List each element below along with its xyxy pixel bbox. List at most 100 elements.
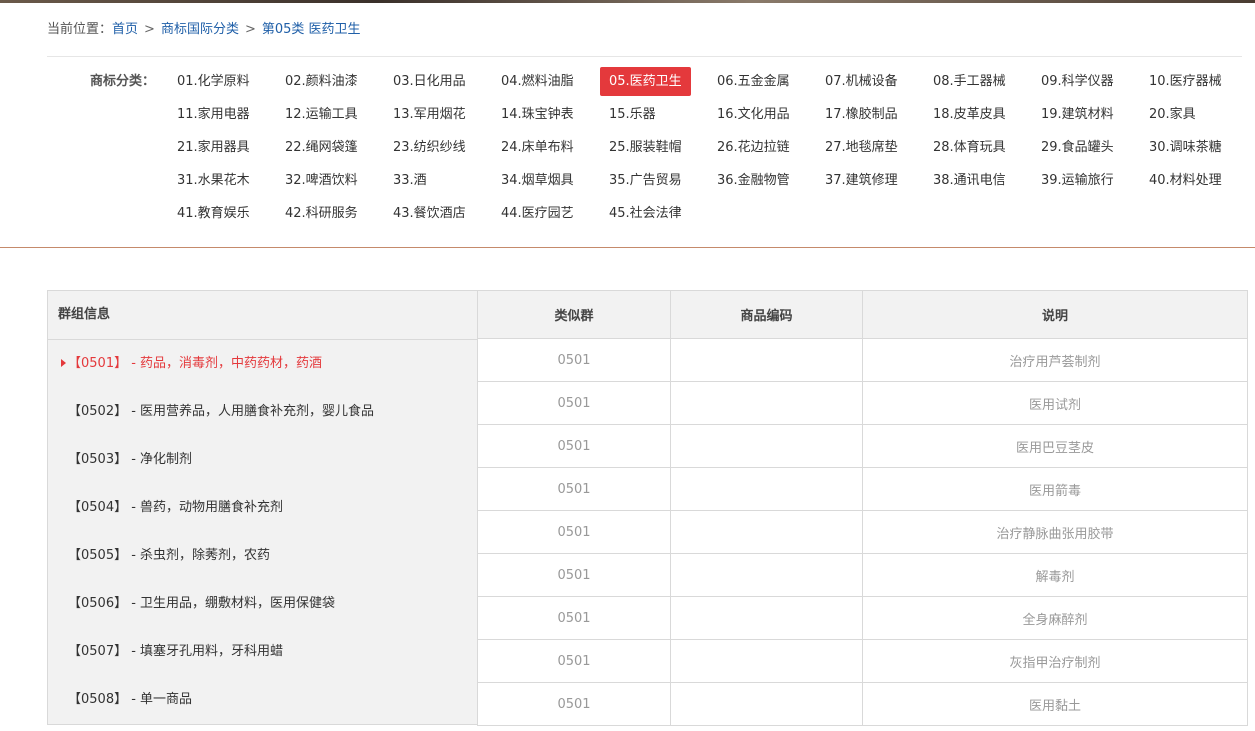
category-item[interactable]: 07.机械设备 bbox=[816, 67, 907, 96]
breadcrumb-home-link[interactable]: 首页 bbox=[112, 22, 138, 37]
table-row: 0501 治疗用芦荟制剂 bbox=[477, 338, 1248, 382]
cell-goods-code bbox=[670, 553, 863, 597]
section-divider bbox=[0, 247, 1255, 248]
category-item[interactable]: 43.餐饮酒店 bbox=[384, 199, 475, 228]
category-item[interactable]: 32.啤酒饮料 bbox=[276, 166, 367, 195]
column-header-goods-code: 商品编码 bbox=[670, 290, 863, 339]
category-item[interactable]: 19.建筑材料 bbox=[1032, 100, 1123, 129]
category-item[interactable]: 16.文化用品 bbox=[708, 100, 799, 129]
group-panel: 群组信息 【0501】 - 药品，消毒剂，中药药材，药酒 【0502】 - 医用营… bbox=[47, 290, 478, 725]
category-item[interactable]: 28.体育玩具 bbox=[924, 133, 1015, 162]
breadcrumb-separator: > bbox=[144, 22, 155, 37]
category-item[interactable]: 01.化学原料 bbox=[168, 67, 259, 96]
category-item[interactable]: 08.手工器械 bbox=[924, 67, 1015, 96]
category-item[interactable]: 26.花边拉链 bbox=[708, 133, 799, 162]
cell-description: 医用巴豆茎皮 bbox=[862, 424, 1248, 468]
group-item-label: 【0508】 - 单一商品 bbox=[68, 692, 193, 707]
cell-goods-code bbox=[670, 338, 863, 382]
breadcrumb-label: 当前位置： bbox=[47, 22, 113, 37]
cell-similar-group: 0501 bbox=[477, 510, 671, 554]
cell-similar-group: 0501 bbox=[477, 381, 671, 425]
category-item[interactable]: 45.社会法律 bbox=[600, 199, 691, 228]
group-item[interactable]: 【0505】 - 杀虫剂，除莠剂，农药 bbox=[48, 532, 477, 580]
cell-description: 治疗静脉曲张用胶带 bbox=[862, 510, 1248, 554]
breadcrumb-current-link[interactable]: 第05类 医药卫生 bbox=[262, 22, 361, 37]
cell-description: 医用试剂 bbox=[862, 381, 1248, 425]
cell-similar-group: 0501 bbox=[477, 682, 671, 726]
column-header-similar-group: 类似群 bbox=[477, 290, 671, 339]
category-item[interactable]: 05.医药卫生 bbox=[600, 67, 691, 96]
group-item[interactable]: 【0506】 - 卫生用品，绷敷材料，医用保健袋 bbox=[48, 580, 477, 628]
category-item[interactable]: 20.家具 bbox=[1140, 100, 1205, 129]
group-panel-header: 群组信息 bbox=[48, 291, 477, 340]
cell-goods-code bbox=[670, 467, 863, 511]
category-item[interactable]: 06.五金金属 bbox=[708, 67, 799, 96]
category-item[interactable]: 23.纺织纱线 bbox=[384, 133, 475, 162]
group-item-label: 【0503】 - 净化制剂 bbox=[68, 452, 193, 467]
group-item[interactable]: 【0503】 - 净化制剂 bbox=[48, 436, 477, 484]
table-row: 0501 医用巴豆茎皮 bbox=[477, 424, 1248, 468]
category-item[interactable]: 31.水果花木 bbox=[168, 166, 259, 195]
category-item[interactable]: 33.酒 bbox=[384, 166, 436, 195]
category-item[interactable]: 11.家用电器 bbox=[168, 100, 259, 129]
cell-goods-code bbox=[670, 510, 863, 554]
table-row: 0501 全身麻醉剂 bbox=[477, 596, 1248, 640]
cell-goods-code bbox=[670, 682, 863, 726]
group-item[interactable]: 【0508】 - 单一商品 bbox=[48, 676, 477, 724]
cell-description: 治疗用芦荟制剂 bbox=[862, 338, 1248, 382]
group-item[interactable]: 【0504】 - 兽药，动物用膳食补充剂 bbox=[48, 484, 477, 532]
divider bbox=[47, 56, 1242, 57]
category-item[interactable]: 21.家用器具 bbox=[168, 133, 259, 162]
category-item[interactable]: 35.广告贸易 bbox=[600, 166, 691, 195]
category-item[interactable]: 34.烟草烟具 bbox=[492, 166, 583, 195]
category-item[interactable]: 39.运输旅行 bbox=[1032, 166, 1123, 195]
category-item[interactable]: 02.颜料油漆 bbox=[276, 67, 367, 96]
category-item[interactable]: 36.金融物管 bbox=[708, 166, 799, 195]
cell-similar-group: 0501 bbox=[477, 639, 671, 683]
cell-description: 医用箭毒 bbox=[862, 467, 1248, 511]
breadcrumb-classification-link[interactable]: 商标国际分类 bbox=[161, 22, 239, 37]
table-row: 0501 解毒剂 bbox=[477, 553, 1248, 597]
table-row: 0501 医用黏土 bbox=[477, 682, 1248, 726]
category-item[interactable]: 13.军用烟花 bbox=[384, 100, 475, 129]
category-item[interactable]: 22.绳网袋篷 bbox=[276, 133, 367, 162]
category-item[interactable]: 17.橡胶制品 bbox=[816, 100, 907, 129]
table-row: 0501 灰指甲治疗制剂 bbox=[477, 639, 1248, 683]
category-label: 商标分类： bbox=[90, 74, 156, 89]
table-row: 0501 医用箭毒 bbox=[477, 467, 1248, 511]
category-item[interactable]: 12.运输工具 bbox=[276, 100, 367, 129]
category-item[interactable]: 38.通讯电信 bbox=[924, 166, 1015, 195]
category-item[interactable]: 10.医疗器械 bbox=[1140, 67, 1231, 96]
category-item[interactable]: 09.科学仪器 bbox=[1032, 67, 1123, 96]
category-item[interactable]: 40.材料处理 bbox=[1140, 166, 1231, 195]
category-item[interactable]: 27.地毯席垫 bbox=[816, 133, 907, 162]
cell-similar-group: 0501 bbox=[477, 553, 671, 597]
table-header-row: 类似群 商品编码 说明 bbox=[477, 290, 1248, 339]
group-item[interactable]: 【0507】 - 填塞牙孔用料，牙科用蜡 bbox=[48, 628, 477, 676]
group-item-label: 【0507】 - 填塞牙孔用料，牙科用蜡 bbox=[68, 644, 284, 659]
category-item[interactable]: 29.食品罐头 bbox=[1032, 133, 1123, 162]
category-item[interactable]: 42.科研服务 bbox=[276, 199, 367, 228]
group-item[interactable]: 【0502】 - 医用营养品，人用膳食补充剂，婴儿食品 bbox=[48, 388, 477, 436]
category-item[interactable]: 44.医疗园艺 bbox=[492, 199, 583, 228]
cell-similar-group: 0501 bbox=[477, 424, 671, 468]
category-item[interactable]: 24.床单布料 bbox=[492, 133, 583, 162]
category-item[interactable]: 15.乐器 bbox=[600, 100, 665, 129]
category-item[interactable]: 14.珠宝钟表 bbox=[492, 100, 583, 129]
category-item[interactable]: 30.调味茶糖 bbox=[1140, 133, 1231, 162]
category-item[interactable]: 41.教育娱乐 bbox=[168, 199, 259, 228]
breadcrumb: 当前位置：首页 > 商标国际分类 > 第05类 医药卫生 bbox=[47, 20, 361, 40]
cell-description: 解毒剂 bbox=[862, 553, 1248, 597]
category-item[interactable]: 04.燃料油脂 bbox=[492, 67, 583, 96]
group-item-label: 【0504】 - 兽药，动物用膳食补充剂 bbox=[68, 500, 284, 515]
cell-similar-group: 0501 bbox=[477, 467, 671, 511]
cell-goods-code bbox=[670, 596, 863, 640]
category-item[interactable]: 03.日化用品 bbox=[384, 67, 475, 96]
group-item[interactable]: 【0501】 - 药品，消毒剂，中药药材，药酒 bbox=[48, 340, 477, 388]
cell-description: 医用黏土 bbox=[862, 682, 1248, 726]
category-item[interactable]: 37.建筑修理 bbox=[816, 166, 907, 195]
table-row: 0501 治疗静脉曲张用胶带 bbox=[477, 510, 1248, 554]
category-item[interactable]: 25.服装鞋帽 bbox=[600, 133, 691, 162]
category-item[interactable]: 18.皮革皮具 bbox=[924, 100, 1015, 129]
breadcrumb-separator: > bbox=[244, 22, 256, 37]
